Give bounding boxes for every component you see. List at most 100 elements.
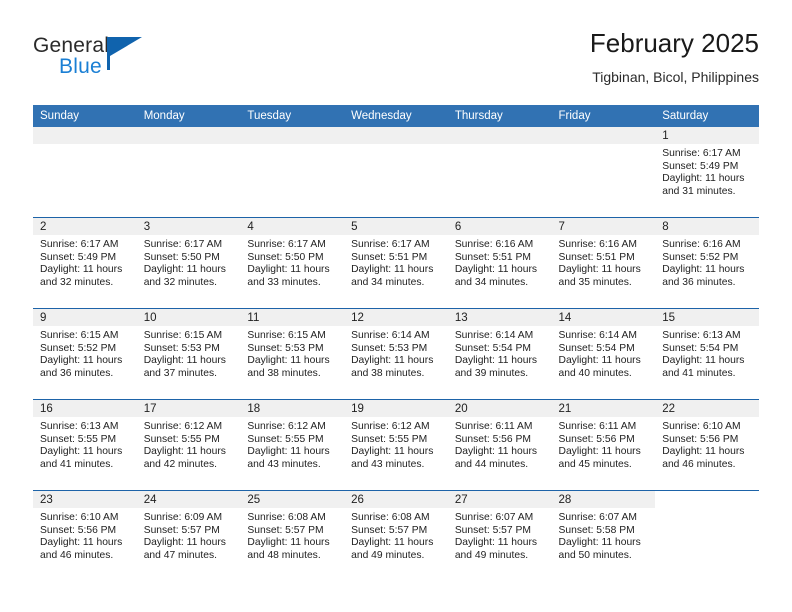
day-details: Sunrise: 6:07 AM Sunset: 5:57 PM Daylight:…	[448, 508, 552, 562]
sunset-text: Sunset: 5:56 PM	[454, 433, 531, 445]
empty-day-band	[240, 127, 345, 144]
sunset-text: Sunset: 5:53 PM	[247, 342, 324, 354]
calendar-week-row: 23 Sunrise: 6:10 AM Sunset: 5:56 PM Dayligh…	[33, 490, 759, 581]
daylight-text: Daylight: 11 hours and 49 minutes.	[454, 537, 538, 561]
calendar-day-cell[interactable]: 6 Sunrise: 6:16 AM Sunset: 5:51 PM Daylight…	[447, 217, 552, 309]
page-title: February 2025	[589, 28, 759, 58]
daylight-text: Daylight: 11 hours and 36 minutes.	[662, 264, 745, 288]
weekday-header-wednesday: Wednesday	[344, 105, 448, 127]
calendar-day-cell[interactable]: 3 Sunrise: 6:17 AM Sunset: 5:50 PM Daylight…	[136, 217, 241, 309]
calendar-week-row: 1 Sunrise: 6:17 AM Sunset: 5:49 PM Daylight…	[33, 127, 759, 218]
day-number: 28	[551, 491, 656, 508]
empty-day-band	[344, 127, 448, 144]
day-details: Sunrise: 6:16 AM Sunset: 5:51 PM Daylight:…	[552, 235, 656, 289]
calendar-day-cell[interactable]: 4 Sunrise: 6:17 AM Sunset: 5:50 PM Daylight…	[240, 217, 345, 309]
calendar-day-cell[interactable]: 25 Sunrise: 6:08 AM Sunset: 5:57 PM Dayligh…	[240, 490, 345, 581]
daylight-text: Daylight: 11 hours and 45 minutes.	[558, 446, 641, 470]
calendar-body: 1 Sunrise: 6:17 AM Sunset: 5:49 PM Daylight…	[33, 127, 759, 581]
day-number: 12	[344, 309, 448, 326]
day-details: Sunrise: 6:15 AM Sunset: 5:53 PM Daylight:…	[137, 326, 241, 380]
calendar-empty-cell	[136, 127, 241, 218]
weekday-header-monday: Monday	[136, 105, 241, 127]
daylight-text: Daylight: 11 hours and 41 minutes.	[662, 355, 745, 379]
daylight-text: Daylight: 11 hours and 43 minutes.	[351, 446, 434, 470]
calendar-day-cell[interactable]: 13 Sunrise: 6:14 AM Sunset: 5:54 PM Dayligh…	[447, 308, 552, 400]
calendar-day-cell[interactable]: 8 Sunrise: 6:16 AM Sunset: 5:52 PM Daylight…	[655, 217, 759, 309]
sunrise-text: Sunrise: 6:08 AM	[247, 512, 326, 523]
calendar-day-cell[interactable]: 11 Sunrise: 6:15 AM Sunset: 5:53 PM Dayligh…	[240, 308, 345, 400]
sunset-text: Sunset: 5:55 PM	[143, 433, 220, 445]
calendar-day-cell[interactable]: 21 Sunrise: 6:11 AM Sunset: 5:56 PM Dayligh…	[551, 399, 656, 491]
calendar-day-cell[interactable]: 2 Sunrise: 6:17 AM Sunset: 5:49 PM Daylight…	[33, 217, 137, 309]
day-number: 27	[447, 491, 552, 508]
calendar-day-cell[interactable]: 5 Sunrise: 6:17 AM Sunset: 5:51 PM Daylight…	[344, 217, 448, 309]
calendar-week-row: 9 Sunrise: 6:15 AM Sunset: 5:52 PM Daylight…	[33, 308, 759, 400]
sunset-text: Sunset: 5:56 PM	[662, 433, 739, 445]
sunset-text: Sunset: 5:55 PM	[247, 433, 324, 445]
daylight-text: Daylight: 11 hours and 37 minutes.	[143, 355, 226, 379]
calendar-day-cell[interactable]: 19 Sunrise: 6:12 AM Sunset: 5:55 PM Dayligh…	[344, 399, 448, 491]
sunrise-text: Sunrise: 6:12 AM	[351, 421, 430, 432]
calendar-day-cell[interactable]: 12 Sunrise: 6:14 AM Sunset: 5:53 PM Dayligh…	[344, 308, 448, 400]
day-number: 1	[655, 127, 759, 144]
daylight-text: Daylight: 11 hours and 34 minutes.	[351, 264, 434, 288]
calendar-day-cell[interactable]: 27 Sunrise: 6:07 AM Sunset: 5:57 PM Dayligh…	[447, 490, 552, 581]
calendar-empty-cell	[447, 127, 552, 218]
calendar-day-cell[interactable]: 17 Sunrise: 6:12 AM Sunset: 5:55 PM Dayligh…	[136, 399, 241, 491]
daylight-text: Daylight: 11 hours and 47 minutes.	[143, 537, 226, 561]
daylight-text: Daylight: 11 hours and 39 minutes.	[454, 355, 538, 379]
calendar-day-cell[interactable]: 1 Sunrise: 6:17 AM Sunset: 5:49 PM Daylight…	[655, 127, 759, 218]
day-details: Sunrise: 6:13 AM Sunset: 5:54 PM Daylight:…	[655, 326, 759, 380]
day-number: 2	[33, 218, 137, 235]
brand-logo[interactable]: General Blue	[33, 34, 293, 96]
calendar-day-cell[interactable]: 26 Sunrise: 6:08 AM Sunset: 5:57 PM Dayligh…	[344, 490, 448, 581]
calendar-day-cell[interactable]: 16 Sunrise: 6:13 AM Sunset: 5:55 PM Dayligh…	[33, 399, 137, 491]
calendar-day-cell[interactable]: 7 Sunrise: 6:16 AM Sunset: 5:51 PM Daylight…	[551, 217, 656, 309]
daylight-text: Daylight: 11 hours and 35 minutes.	[558, 264, 641, 288]
daylight-text: Daylight: 11 hours and 49 minutes.	[351, 537, 434, 561]
day-number: 18	[240, 400, 345, 417]
day-number: 13	[447, 309, 552, 326]
day-details: Sunrise: 6:16 AM Sunset: 5:52 PM Daylight:…	[655, 235, 759, 289]
empty-day-band	[447, 127, 552, 144]
calendar-day-cell[interactable]: 10 Sunrise: 6:15 AM Sunset: 5:53 PM Dayligh…	[136, 308, 241, 400]
sunrise-text: Sunrise: 6:10 AM	[662, 421, 741, 432]
day-details: Sunrise: 6:14 AM Sunset: 5:54 PM Daylight:…	[448, 326, 552, 380]
sunrise-text: Sunrise: 6:16 AM	[454, 239, 534, 250]
sunset-text: Sunset: 5:52 PM	[40, 342, 117, 354]
weekday-header-friday: Friday	[551, 105, 656, 127]
daylight-text: Daylight: 11 hours and 44 minutes.	[454, 446, 538, 470]
sunrise-text: Sunrise: 6:08 AM	[351, 512, 430, 523]
sunrise-text: Sunrise: 6:16 AM	[662, 239, 741, 250]
calendar-empty-cell	[33, 127, 137, 218]
calendar-day-cell[interactable]: 15 Sunrise: 6:13 AM Sunset: 5:54 PM Dayligh…	[655, 308, 759, 400]
sunset-text: Sunset: 5:53 PM	[351, 342, 428, 354]
sunset-text: Sunset: 5:52 PM	[662, 251, 739, 263]
sunset-text: Sunset: 5:55 PM	[351, 433, 428, 445]
sunset-text: Sunset: 5:57 PM	[247, 524, 324, 536]
day-details: Sunrise: 6:12 AM Sunset: 5:55 PM Daylight:…	[137, 417, 241, 471]
calendar-day-cell[interactable]: 22 Sunrise: 6:10 AM Sunset: 5:56 PM Dayligh…	[655, 399, 759, 491]
calendar-day-cell[interactable]: 24 Sunrise: 6:09 AM Sunset: 5:57 PM Dayligh…	[136, 490, 241, 581]
sunset-text: Sunset: 5:56 PM	[558, 433, 635, 445]
day-details: Sunrise: 6:17 AM Sunset: 5:51 PM Daylight:…	[344, 235, 448, 289]
sunset-text: Sunset: 5:57 PM	[351, 524, 428, 536]
calendar-day-cell[interactable]: 18 Sunrise: 6:12 AM Sunset: 5:55 PM Dayligh…	[240, 399, 345, 491]
day-details: Sunrise: 6:17 AM Sunset: 5:49 PM Daylight:…	[33, 235, 137, 289]
day-number: 11	[240, 309, 345, 326]
calendar-blank-cell	[655, 490, 759, 581]
day-number: 16	[33, 400, 137, 417]
calendar-day-cell[interactable]: 14 Sunrise: 6:14 AM Sunset: 5:54 PM Dayligh…	[551, 308, 656, 400]
calendar-header-row: Sunday Monday Tuesday Wednesday Thursday Frid…	[33, 105, 759, 127]
calendar-day-cell[interactable]: 28 Sunrise: 6:07 AM Sunset: 5:58 PM Dayligh…	[551, 490, 656, 581]
day-details: Sunrise: 6:14 AM Sunset: 5:53 PM Daylight:…	[344, 326, 448, 380]
sunrise-text: Sunrise: 6:07 AM	[454, 512, 534, 523]
day-number: 22	[655, 400, 759, 417]
calendar-day-cell[interactable]: 9 Sunrise: 6:15 AM Sunset: 5:52 PM Daylight…	[33, 308, 137, 400]
day-details: Sunrise: 6:16 AM Sunset: 5:51 PM Daylight:…	[448, 235, 552, 289]
calendar-day-cell[interactable]: 23 Sunrise: 6:10 AM Sunset: 5:56 PM Dayligh…	[33, 490, 137, 581]
calendar-day-cell[interactable]: 20 Sunrise: 6:11 AM Sunset: 5:56 PM Dayligh…	[447, 399, 552, 491]
day-number: 10	[136, 309, 241, 326]
empty-day-band	[33, 127, 137, 144]
sunrise-text: Sunrise: 6:07 AM	[558, 512, 637, 523]
